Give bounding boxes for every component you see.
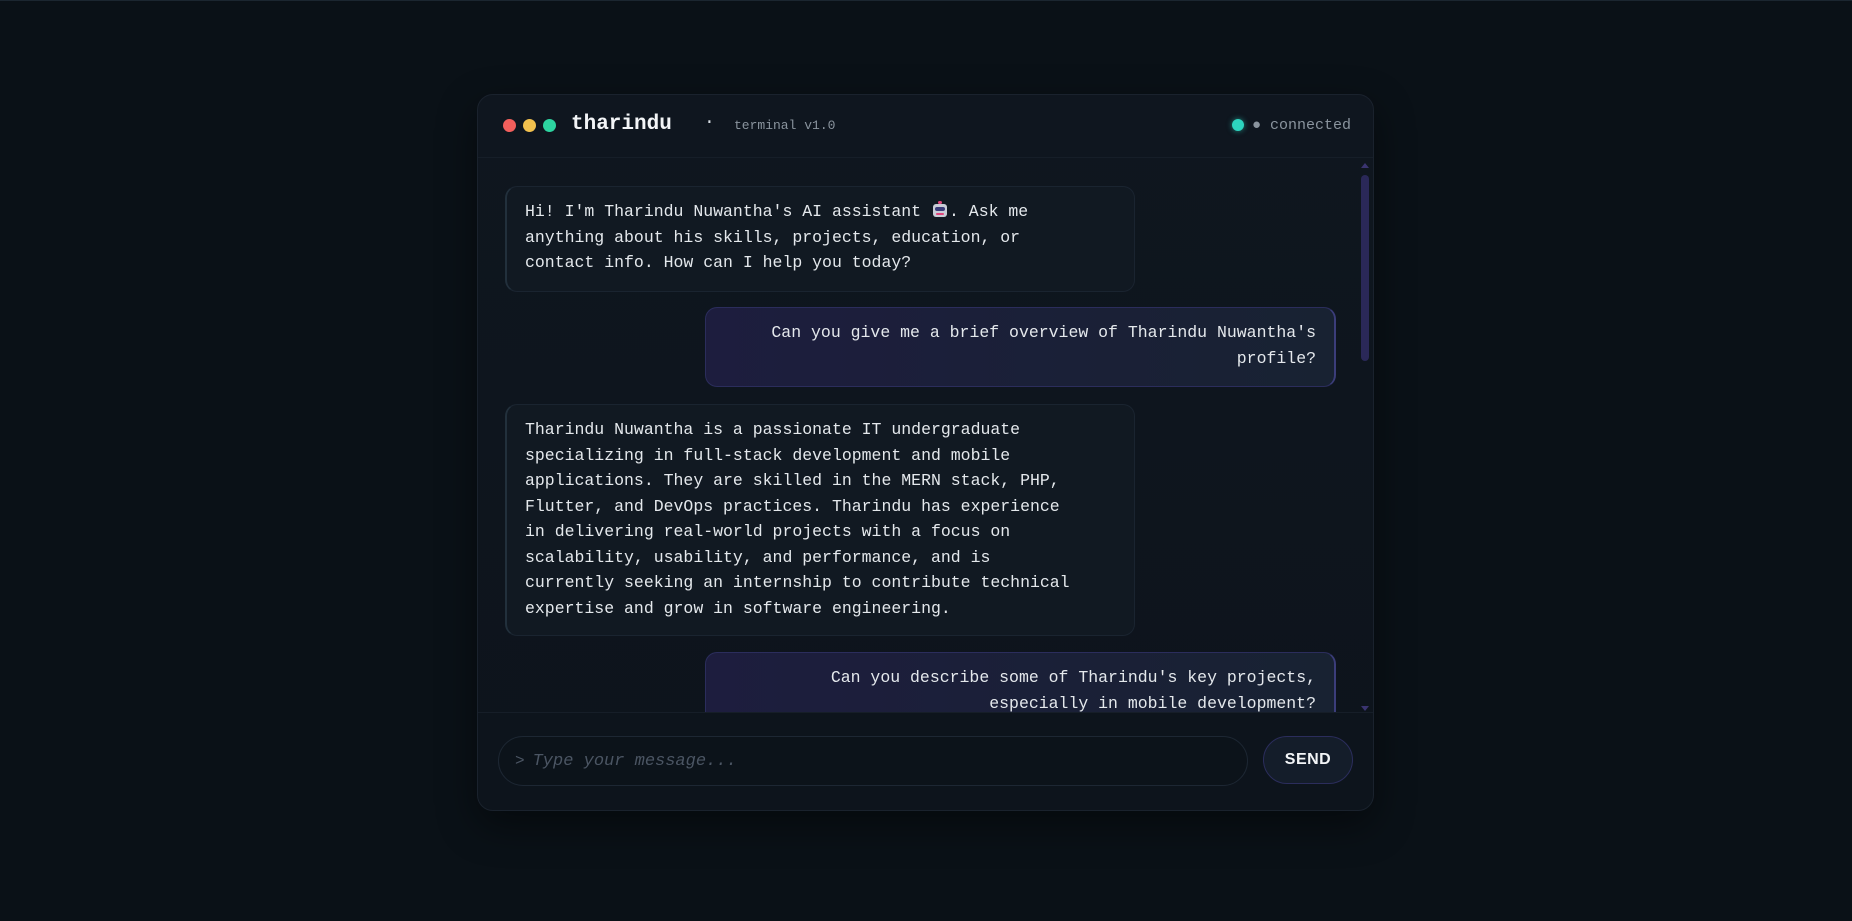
connection-status: ● connected — [1231, 115, 1351, 135]
robot-icon — [932, 201, 948, 218]
title-separator: · — [704, 113, 715, 133]
prompt-icon: > — [515, 752, 525, 770]
message-text: Can you give me a brief overview of Thar… — [771, 323, 1316, 368]
composer: > Type your message... SEND — [478, 712, 1373, 810]
scroll-up-icon[interactable] — [1361, 163, 1369, 168]
close-dot-icon[interactable] — [503, 119, 516, 132]
assistant-message: Hi! I'm Tharindu Nuwantha's AI assistant… — [505, 186, 1135, 292]
message-text: Tharindu Nuwantha is a passionate IT und… — [525, 420, 1070, 618]
message-input[interactable]: > Type your message... — [498, 736, 1248, 786]
user-message: Can you describe some of Tharindu's key … — [705, 652, 1336, 712]
user-message: Can you give me a brief overview of Thar… — [705, 307, 1336, 387]
scrollbar-thumb[interactable] — [1361, 175, 1369, 361]
chat-scrollbar[interactable] — [1360, 163, 1370, 711]
message-text: Can you describe some of Tharindu's key … — [830, 668, 1316, 712]
send-button[interactable]: SEND — [1263, 736, 1353, 784]
app-version: terminal v1.0 — [734, 118, 836, 133]
input-placeholder: Type your message... — [532, 751, 737, 771]
minimize-dot-icon[interactable] — [523, 119, 536, 132]
scroll-down-icon[interactable] — [1361, 706, 1369, 711]
message-text: Hi! I'm Tharindu Nuwantha's AI assistant — [525, 202, 922, 221]
message-list[interactable]: Hi! I'm Tharindu Nuwantha's AI assistant… — [478, 158, 1373, 712]
title-bar: tharindu · terminal v1.0 ● connected — [478, 95, 1373, 158]
chat-window: tharindu · terminal v1.0 ● connected Hi!… — [477, 94, 1374, 811]
app-title: tharindu — [571, 113, 672, 136]
status-indicator-icon — [1231, 119, 1244, 131]
maximize-dot-icon[interactable] — [543, 119, 556, 132]
top-divider — [0, 0, 1852, 1]
assistant-message: Tharindu Nuwantha is a passionate IT und… — [505, 404, 1135, 636]
status-text: ● connected — [1251, 116, 1351, 134]
